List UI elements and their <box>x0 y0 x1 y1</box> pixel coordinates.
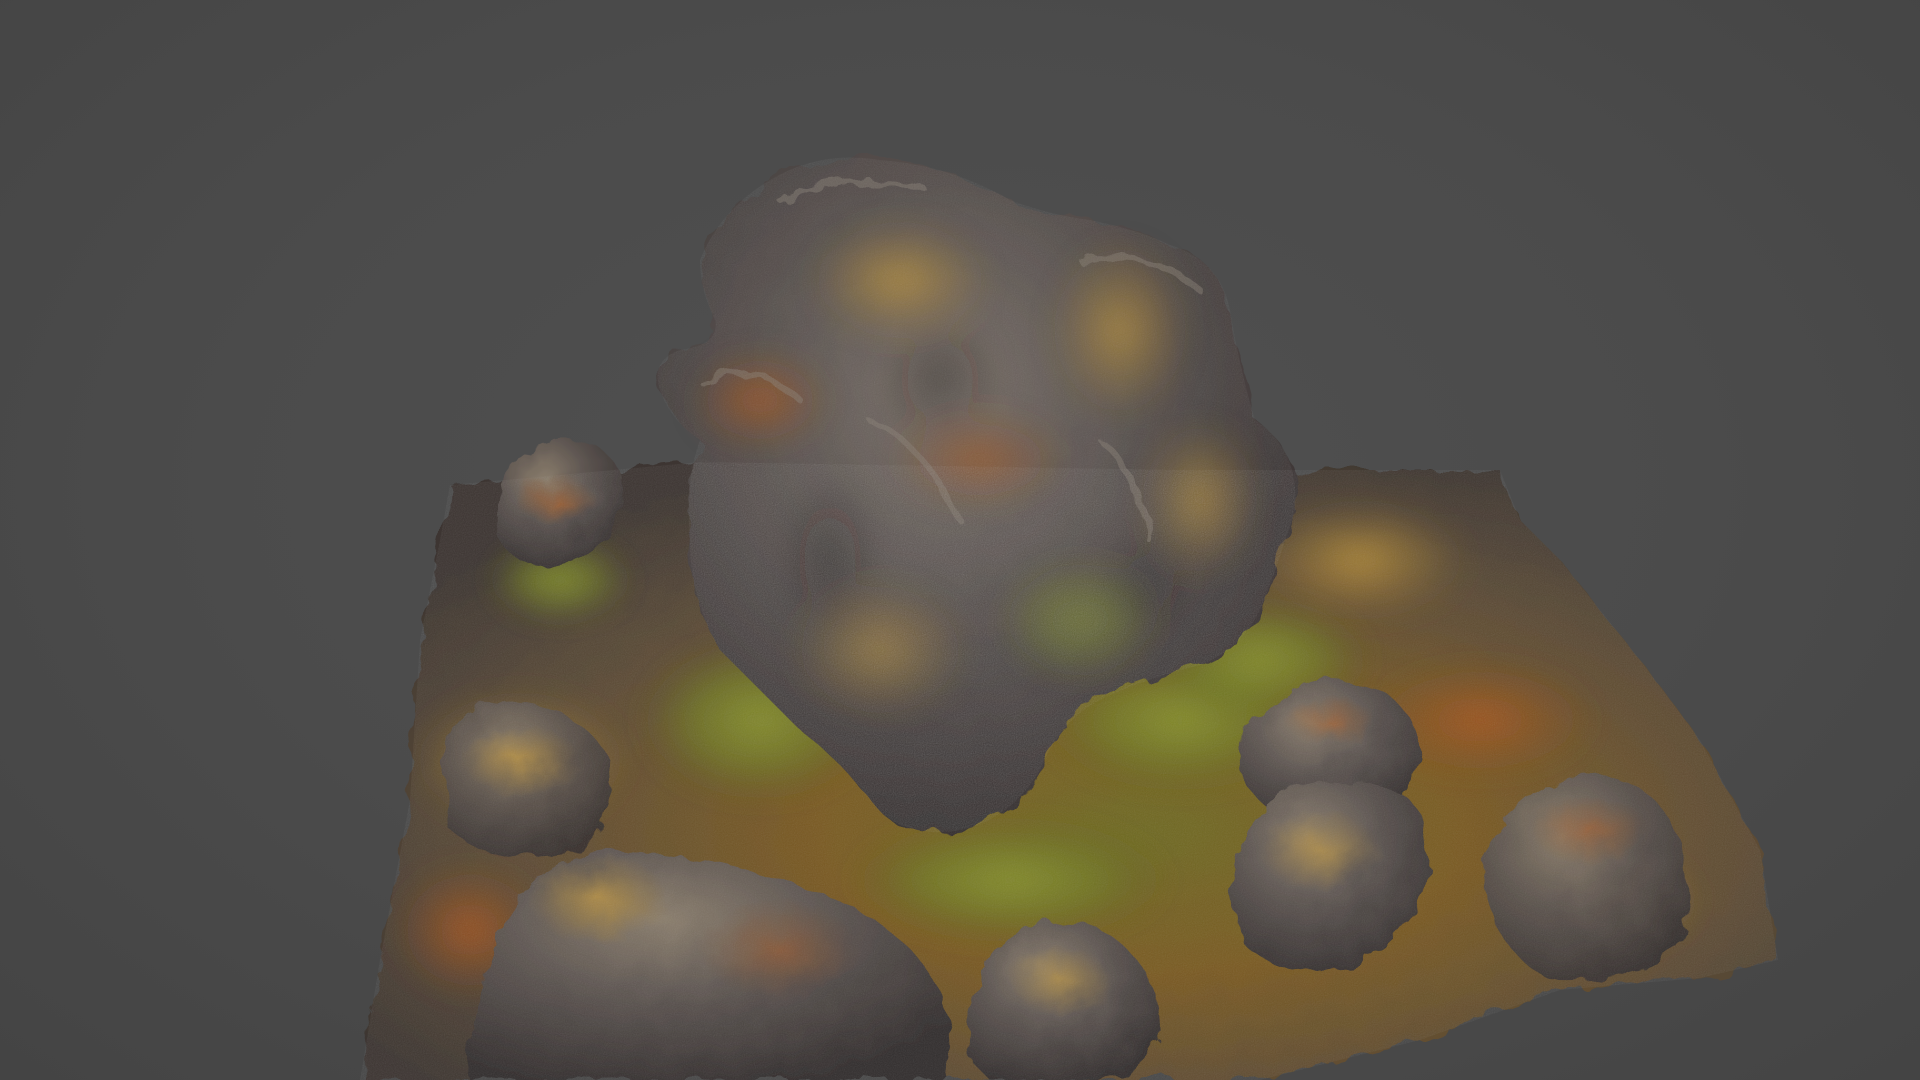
surface-speckle <box>360 157 1778 1080</box>
render-viewport <box>0 0 1920 1080</box>
rock-model-render <box>360 157 1778 1080</box>
